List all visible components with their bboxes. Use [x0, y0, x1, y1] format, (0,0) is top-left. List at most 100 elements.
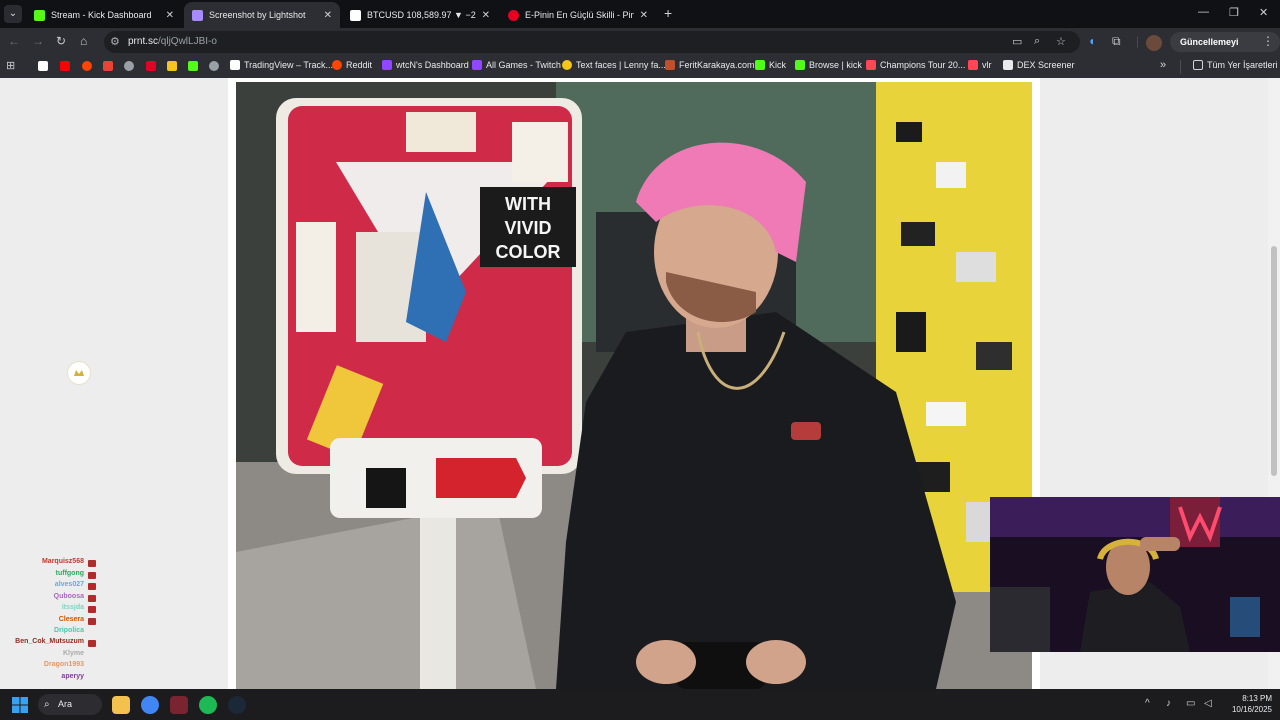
bookmark-label: Kick: [769, 60, 787, 70]
zoom-icon[interactable]: ⌕: [1034, 35, 1040, 48]
app-icon[interactable]: [170, 696, 188, 714]
bookmark-dex-screener[interactable]: DEX Screener: [1003, 60, 1075, 70]
chevron-up-icon[interactable]: ^: [1145, 698, 1150, 709]
bookmarks-overflow-icon[interactable]: »: [1160, 59, 1166, 71]
bookmark-wtcn-dashboard[interactable]: wtcN's Dashboard: [382, 60, 469, 70]
microphone-icon[interactable]: ♪: [1166, 698, 1171, 709]
home-icon[interactable]: ⌂: [80, 34, 87, 48]
gmail-bookmark-icon[interactable]: [103, 61, 113, 71]
list-item: Dripolica: [0, 627, 190, 638]
kick-icon: [795, 60, 805, 70]
bookmark-tradingview[interactable]: TradingView – Track...: [230, 60, 333, 70]
youtube-bookmark-icon[interactable]: [60, 61, 70, 71]
chat-badge: [88, 560, 96, 567]
url-path: /qljQwlLJBI-o: [158, 36, 217, 47]
bookmark-kick[interactable]: Kick: [755, 60, 786, 70]
web-bookmark-icon-2[interactable]: [209, 61, 219, 71]
apps-grid-icon[interactable]: ⊞: [6, 59, 15, 72]
chat-badge: [88, 640, 96, 647]
address-bar[interactable]: ⚙ prnt.sc/qljQwlLJBI-o ▭ ⌕ ☆: [104, 31, 1080, 53]
file-explorer-icon[interactable]: [112, 696, 130, 714]
smiley-icon: [562, 60, 572, 70]
bookmark-label: wtcN's Dashboard: [396, 60, 469, 70]
tab-title: Stream - Kick Dashboard: [51, 10, 152, 20]
extensions-puzzle-icon[interactable]: ⧉: [1112, 34, 1121, 49]
kick-icon: [755, 60, 765, 70]
back-icon[interactable]: ←: [8, 34, 20, 48]
list-item: Clesera: [0, 616, 190, 627]
close-icon[interactable]: ✕: [166, 10, 174, 21]
cast-icon[interactable]: ▭: [1012, 35, 1022, 48]
tradingview-icon: [230, 60, 240, 70]
clock-date: 10/16/2025: [1231, 705, 1272, 714]
screenshot-image[interactable]: WITH VIVID COLOR: [236, 82, 1032, 689]
site-info-icon[interactable]: ⚙: [110, 35, 120, 48]
minimize-button[interactable]: —: [1198, 6, 1209, 18]
system-clock[interactable]: 8:13 PM 10/16/2025: [1222, 693, 1272, 715]
forward-icon[interactable]: →: [32, 34, 44, 48]
avatar[interactable]: [1146, 35, 1162, 51]
scrollbar-thumb[interactable]: [1271, 246, 1277, 476]
bookmark-label: TradingView – Track...: [244, 60, 334, 70]
y-bookmark-icon[interactable]: [146, 61, 156, 71]
chat-badge: [88, 606, 96, 613]
steam-icon[interactable]: [228, 696, 246, 714]
chat-badge: [88, 595, 96, 602]
menu-icon[interactable]: ⋮: [1262, 34, 1274, 48]
chat-username: Dragon1993: [43, 661, 84, 668]
g-bookmark-icon[interactable]: [167, 61, 177, 71]
folder-icon: [1193, 60, 1203, 70]
spotify-icon[interactable]: [199, 696, 217, 714]
twitch-icon: [472, 60, 482, 70]
search-icon: ⌕: [44, 699, 50, 710]
chat-badge: [88, 572, 96, 579]
reddit-bookmark-icon[interactable]: [82, 61, 92, 71]
toolbar-divider: |: [1136, 34, 1140, 48]
bookmark-reddit[interactable]: Reddit: [332, 60, 372, 70]
x-bookmark-icon[interactable]: [38, 61, 48, 71]
volume-icon[interactable]: ◁: [1204, 698, 1212, 709]
tab-kick-dashboard[interactable]: Stream - Kick Dashboard ✕: [26, 2, 182, 28]
dex-icon: [1003, 60, 1013, 70]
tab-tradingview[interactable]: BTCUSD 108,589.97 ▼ −2% Un ✕: [342, 2, 498, 28]
sign-word-3: COLOR: [496, 242, 561, 262]
close-icon[interactable]: ✕: [640, 10, 648, 21]
tab-search-button[interactable]: ⌄: [4, 5, 22, 23]
all-bookmarks-folder[interactable]: Tüm Yer İşaretleri: [1193, 60, 1278, 70]
window-close-button[interactable]: ✕: [1259, 6, 1268, 19]
list-item: Marquisz568: [0, 558, 190, 569]
bookmark-star-icon[interactable]: ☆: [1056, 35, 1066, 48]
photo-scene: WITH VIVID COLOR: [236, 82, 1032, 689]
close-icon[interactable]: ✕: [324, 10, 332, 21]
web-bookmark-icon[interactable]: [124, 61, 134, 71]
bookmark-vlr[interactable]: vlr: [968, 60, 992, 70]
extension-icon[interactable]: ◖: [1088, 34, 1095, 48]
game-bookmark-icon[interactable]: [188, 61, 198, 71]
bookmark-browse-kick[interactable]: Browse | kick: [795, 60, 862, 70]
chat-username: Klyme: [62, 650, 84, 657]
maximize-button[interactable]: ❐: [1229, 6, 1239, 19]
list-item: itssjda: [0, 604, 190, 615]
taskbar-search[interactable]: ⌕ Ara: [38, 694, 102, 715]
list-item: Ben_Cok_Mutsuzum: [0, 638, 190, 649]
clock-time: 8:13 PM: [1242, 694, 1272, 703]
chat-username: Clesera: [58, 616, 84, 623]
bookmark-text-faces[interactable]: Text faces | Lenny fa...: [562, 60, 666, 70]
close-icon[interactable]: ✕: [482, 10, 490, 21]
bookmark-twitch-games[interactable]: All Games - Twitch: [472, 60, 561, 70]
new-tab-button[interactable]: +: [664, 5, 672, 21]
tab-pinterest[interactable]: E-Pinin En Güçlü Skilli - Pindirin ✕: [500, 2, 656, 28]
tab-lightshot[interactable]: Screenshot by Lightshot ✕: [184, 2, 340, 28]
chrome-icon[interactable]: [141, 696, 159, 714]
bookmark-feritkarakaya[interactable]: FeritKarakaya.com: [665, 60, 755, 70]
network-icon[interactable]: ▭: [1186, 698, 1195, 709]
all-bookmarks-label: Tüm Yer İşaretleri: [1207, 60, 1278, 70]
windows-start-icon[interactable]: [12, 697, 28, 713]
bookmark-champions-tour[interactable]: Champions Tour 20...: [866, 60, 965, 70]
bookmarks-divider: [1180, 60, 1181, 74]
search-label: Ara: [58, 699, 73, 709]
bookmark-label: FeritKarakaya.com: [679, 60, 755, 70]
bookmark-label: Champions Tour 20...: [880, 60, 966, 70]
reload-icon[interactable]: ↻: [56, 34, 66, 48]
bookmarks-bar: ⊞ TradingView – Track... Reddit wtcN's D…: [0, 56, 1280, 78]
